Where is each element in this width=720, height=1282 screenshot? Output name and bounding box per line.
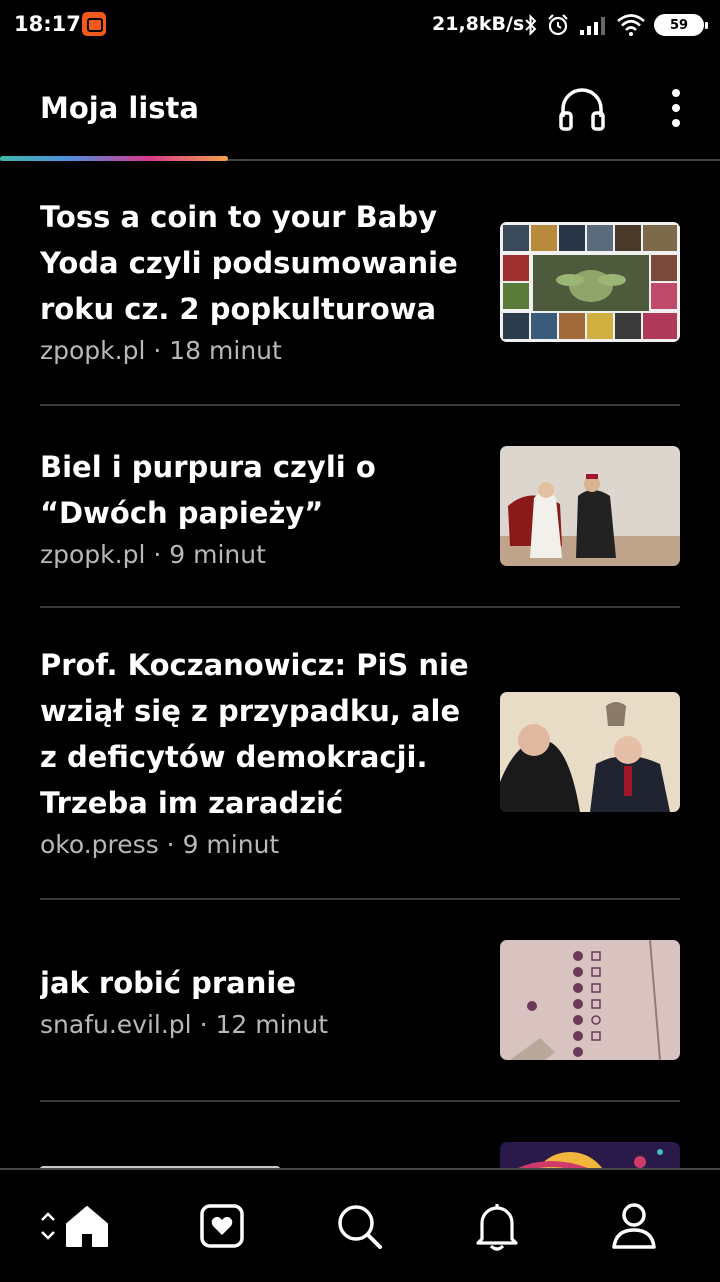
- article-meta: zpopk.pl · 18 minut: [40, 334, 480, 368]
- meta-separator: ·: [199, 1010, 208, 1039]
- reading-list: Toss a coin to your Baby Yoda czyli pods…: [40, 162, 680, 1168]
- article-title: Biel i purpura czyli o “Dwóch papieży”: [40, 450, 376, 530]
- article-thumbnail: [500, 692, 680, 812]
- nav-notifications[interactable]: [465, 1194, 529, 1258]
- network-speed: 21,8kB/s: [432, 13, 525, 35]
- scroll-progress-indicator: [0, 156, 228, 161]
- list-item[interactable]: Toss a coin to your Baby Yoda czyli pods…: [40, 162, 680, 406]
- more-options-button[interactable]: [650, 82, 702, 134]
- search-icon: [338, 1205, 382, 1249]
- battery-level: 59: [669, 17, 689, 33]
- article-source: oko.press: [40, 830, 159, 859]
- meta-separator: ·: [153, 540, 162, 569]
- bottom-navigation: [0, 1168, 720, 1282]
- reading-time: 18 minut: [169, 336, 282, 365]
- article-meta: oko.press · 9 minut: [40, 828, 480, 862]
- status-bar: 18:17 21,8kB/s 59: [0, 0, 720, 52]
- nav-saved[interactable]: [190, 1194, 254, 1258]
- page-title: Moja lista: [40, 91, 199, 125]
- app-notification-icon: [82, 12, 106, 36]
- nav-profile[interactable]: [602, 1194, 666, 1258]
- article-thumbnail: [500, 222, 680, 342]
- article-source: zpopk.pl: [40, 540, 146, 569]
- nav-home[interactable]: [30, 1194, 120, 1258]
- article-title: Prof. Koczanowicz: PiS nie wziął się z p…: [40, 648, 469, 820]
- article-title: Toss a coin to your Baby Yoda czyli pods…: [40, 200, 458, 326]
- home-icon: [66, 1206, 108, 1247]
- bell-icon: [476, 1204, 518, 1251]
- article-meta: zpopk.pl · 9 minut: [40, 538, 480, 572]
- article-thumbnail: [500, 940, 680, 1060]
- headphones-icon: [559, 88, 605, 131]
- list-item[interactable]: [40, 1102, 680, 1168]
- profile-icon: [612, 1203, 656, 1249]
- reading-time: 9 minut: [182, 830, 280, 859]
- article-source: zpopk.pl: [40, 336, 146, 365]
- list-item[interactable]: Prof. Koczanowicz: PiS nie wziął się z p…: [40, 608, 680, 900]
- more-vert-icon: [672, 89, 680, 127]
- meta-separator: ·: [166, 830, 175, 859]
- saved-heart-icon: [200, 1204, 244, 1248]
- battery-icon: 59: [654, 14, 708, 36]
- app-header: Moja lista: [0, 58, 720, 160]
- listen-button[interactable]: [556, 82, 608, 134]
- signal-icon: [580, 17, 605, 35]
- list-item[interactable]: jak robić pranie snafu.evil.pl · 12 minu…: [40, 900, 680, 1102]
- meta-separator: ·: [153, 336, 162, 365]
- reading-time: 9 minut: [169, 540, 266, 569]
- article-meta: snafu.evil.pl · 12 minut: [40, 1008, 480, 1042]
- nav-search[interactable]: [327, 1194, 391, 1258]
- bluetooth-icon: [525, 14, 537, 36]
- article-thumbnail: [500, 446, 680, 566]
- status-time: 18:17: [14, 12, 81, 36]
- alarm-icon: [548, 14, 568, 36]
- article-thumbnail: [500, 1142, 680, 1168]
- reading-time: 12 minut: [215, 1010, 329, 1039]
- collapse-chevrons-icon: [41, 1212, 55, 1240]
- list-item[interactable]: Biel i purpura czyli o “Dwóch papieży” z…: [40, 406, 680, 608]
- article-title: jak robić pranie: [40, 966, 296, 1000]
- wifi-icon: [617, 14, 645, 36]
- article-source: snafu.evil.pl: [40, 1010, 192, 1039]
